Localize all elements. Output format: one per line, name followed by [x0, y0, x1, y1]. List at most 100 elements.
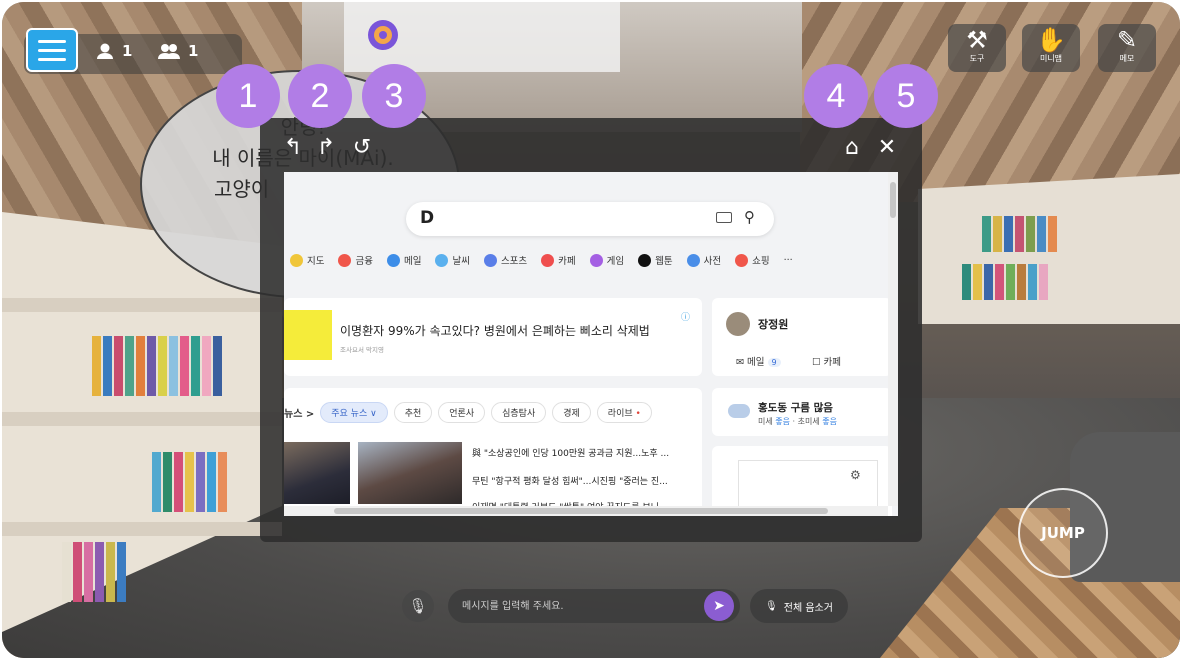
send-icon: ➤: [713, 598, 725, 614]
user-mail-link[interactable]: ✉ 메일 9: [736, 354, 781, 368]
hamburger-icon: [38, 57, 66, 61]
tool-button[interactable]: ⚒ 도구: [948, 24, 1006, 72]
category-finance[interactable]: 금융: [338, 253, 373, 267]
category-weather[interactable]: 날씨: [435, 253, 470, 267]
wrench-icon: ⚒: [966, 26, 988, 54]
cloud-icon: [728, 404, 750, 418]
jump-button[interactable]: JUMP: [1018, 488, 1108, 578]
category-game[interactable]: 게임: [589, 253, 624, 267]
ad-info-icon[interactable]: ⓘ: [681, 310, 690, 323]
tab-top-news[interactable]: 주요 뉴스 ∨: [320, 402, 388, 423]
scroll-thumb[interactable]: [890, 182, 896, 218]
tab-economy[interactable]: 경제: [552, 402, 591, 423]
shopping-icon: [735, 253, 749, 267]
vertical-scrollbar[interactable]: [888, 172, 898, 506]
horizontal-scrollbar[interactable]: [284, 506, 888, 516]
mail-icon: [386, 253, 400, 267]
category-cafe[interactable]: 카페: [541, 253, 576, 267]
user-cafe-link[interactable]: ☐ 카페: [812, 354, 841, 368]
headline[interactable]: 與 "소상공인에 인당 100만원 공과금 지원...노후 ...: [472, 446, 669, 459]
weather-dust: 미세 좋음 · 초미세 좋음: [758, 417, 838, 426]
settings-icon[interactable]: ⚙: [850, 468, 861, 482]
hamburger-icon: [38, 48, 66, 52]
minimap-label: 미니맵: [1039, 54, 1063, 63]
keyboard-icon[interactable]: [716, 212, 732, 223]
news-photo[interactable]: [284, 442, 350, 504]
weather-card[interactable]: 홍도동 구름 많음 미세 좋음 · 초미세 좋음: [712, 388, 892, 436]
headline[interactable]: 무틴 "항구적 평화 달성 힘써"...시진핑 "중러는 진...: [472, 474, 668, 487]
memo-button[interactable]: ✎ 메모: [1098, 24, 1156, 72]
scroll-thumb[interactable]: [334, 508, 828, 514]
chat-box: [448, 589, 740, 623]
news-card: 뉴스 > 주요 뉴스 ∨ 추천 언론사 심층탐사 경제 라이브 • 與 "소상공…: [284, 388, 702, 516]
shelf-band: [2, 522, 282, 536]
back-arrow-icon[interactable]: ↰: [280, 136, 306, 160]
ad-source: 조사요서 막지영: [340, 346, 384, 354]
weather-title: 홍도동 구름 많음: [758, 402, 833, 414]
search-icon[interactable]: ⚲: [744, 208, 755, 226]
shelf-band: [2, 412, 282, 426]
memo-label: 메모: [1119, 54, 1135, 63]
map-icon: [290, 253, 303, 267]
game-icon: [589, 253, 603, 267]
ad-card[interactable]: 이명환자 99%가 속고있다? 병원에서 은폐하는 삐소리 삭제법 조사요서 막…: [284, 298, 702, 376]
category-row: 지도 금융 메일 날씨 스포츠 카페 게임 웹툰 사전 쇼핑 ···: [290, 250, 898, 270]
mute-all-button[interactable]: 🎙 전체 음소거: [750, 589, 848, 623]
mic-off-icon: 🎙: [765, 600, 778, 612]
memo-icon: ✎: [1116, 26, 1138, 54]
more-icon[interactable]: ···: [784, 255, 793, 266]
forward-arrow-icon[interactable]: ↱: [313, 136, 339, 160]
ad-title[interactable]: 이명환자 99%가 속고있다? 병원에서 은폐하는 삐소리 삭제법: [340, 322, 650, 339]
group-number: 1: [188, 42, 199, 60]
tab-press[interactable]: 언론사: [438, 402, 486, 423]
news-photo[interactable]: [358, 442, 462, 504]
web-page: D ⚲ 지도 금융 메일 날씨 스포츠 카페 게임 웹툰 사전 쇼핑 ··· 이…: [284, 172, 898, 516]
sports-icon: [483, 253, 497, 267]
tab-in-depth[interactable]: 심층탐사: [491, 402, 547, 423]
mail-count-badge: 9: [767, 358, 781, 367]
books: [62, 542, 126, 602]
minimap-button[interactable]: ✋ 미니맵: [1022, 24, 1080, 72]
books: [92, 336, 222, 396]
refresh-icon[interactable]: ↺: [349, 136, 375, 160]
person-icon: [97, 43, 113, 59]
mic-off-icon: 🎙: [408, 597, 428, 615]
tool-label: 도구: [969, 54, 985, 63]
dictionary-icon: [686, 253, 700, 267]
category-shopping[interactable]: 쇼핑: [735, 253, 770, 267]
chat-input[interactable]: [462, 597, 692, 615]
books: [152, 452, 227, 512]
books: [962, 264, 1048, 300]
participants-number: 1: [122, 42, 133, 60]
close-icon[interactable]: ✕: [874, 136, 900, 160]
user-card: 장정원 ✉ 메일 9 ☐ 카페: [712, 298, 892, 376]
participants-count[interactable]: 1: [96, 42, 132, 60]
tab-live[interactable]: 라이브 •: [596, 402, 652, 423]
search-bar[interactable]: D ⚲: [406, 202, 774, 236]
books: [982, 216, 1057, 252]
home-icon[interactable]: ⌂: [839, 136, 865, 160]
avatar[interactable]: [726, 312, 750, 336]
category-mail[interactable]: 메일: [386, 253, 421, 267]
ad-image: [284, 310, 332, 360]
tab-recommended[interactable]: 추천: [393, 402, 433, 423]
send-button[interactable]: ➤: [704, 591, 734, 621]
search-logo: D: [420, 208, 435, 228]
news-tabs: 뉴스 > 주요 뉴스 ∨ 추천 언론사 심층탐사 경제 라이브 •: [284, 402, 652, 423]
callout-badge-3: 3: [362, 64, 426, 128]
news-heading[interactable]: 뉴스 >: [284, 405, 314, 420]
callout-badge-1: 1: [216, 64, 280, 128]
category-sports[interactable]: 스포츠: [483, 253, 527, 267]
user-name: 장정원: [758, 318, 789, 331]
category-webtoon[interactable]: 웹툰: [638, 253, 673, 267]
callout-badge-2: 2: [288, 64, 352, 128]
group-icon: [158, 44, 180, 59]
group-count[interactable]: 1: [158, 42, 198, 60]
cafe-icon: [541, 253, 555, 267]
menu-button[interactable]: [26, 28, 78, 72]
category-dictionary[interactable]: 사전: [686, 253, 721, 267]
mic-mute-button[interactable]: 🎙: [402, 590, 434, 622]
category-map[interactable]: 지도: [290, 253, 324, 267]
mute-all-label: 전체 음소거: [783, 602, 833, 614]
webtoon-icon: [638, 253, 652, 267]
